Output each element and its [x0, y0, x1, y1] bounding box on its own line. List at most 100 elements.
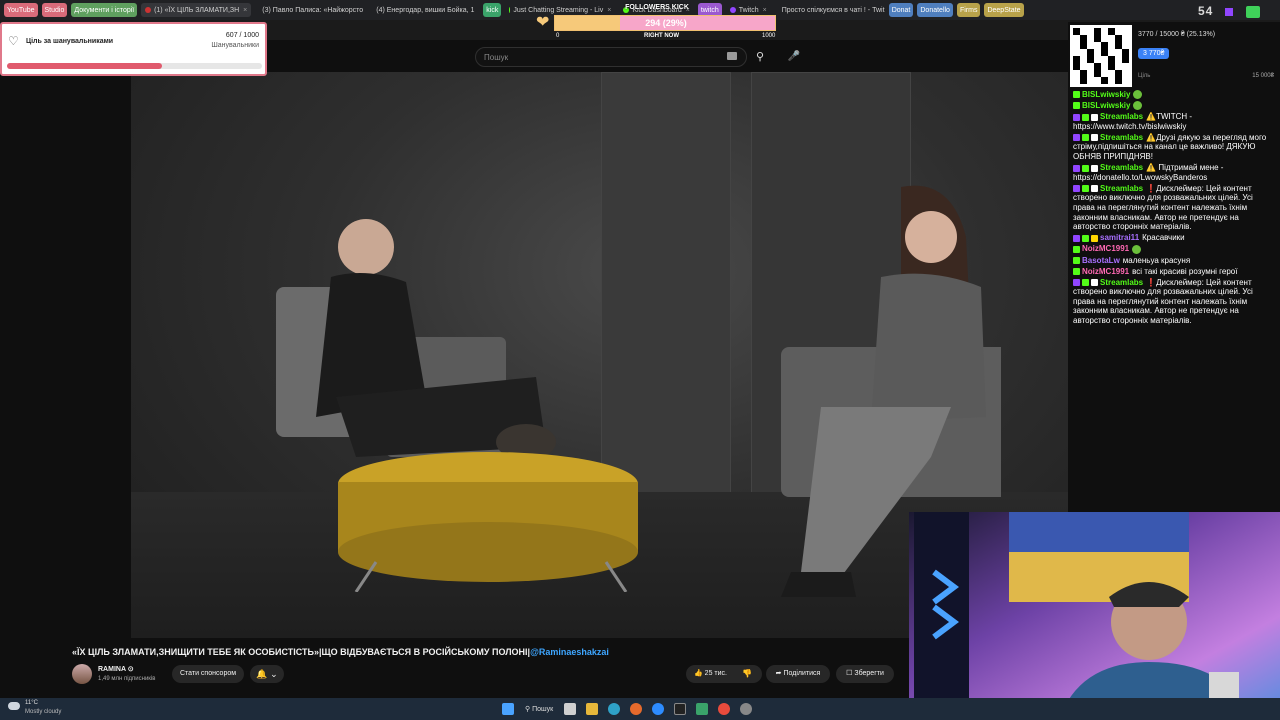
edge-icon[interactable]	[608, 703, 621, 715]
chat-badge-icon	[1082, 164, 1089, 172]
telegram-icon[interactable]	[652, 703, 665, 715]
chat-username: BISLwiwskiy	[1082, 90, 1131, 99]
channel-name-text[interactable]: RAMINA	[98, 666, 126, 673]
browser-tab[interactable]: kick	[483, 3, 502, 17]
weather-description[interactable]: Mostly cloudy	[25, 709, 61, 715]
search-button[interactable]: ⚲	[749, 47, 771, 67]
chat-emote-icon	[1133, 101, 1143, 111]
app-icon[interactable]	[740, 703, 753, 715]
share-label: Поділитися	[783, 670, 821, 677]
chat-badge-icon	[1073, 234, 1080, 242]
notification-bell-button[interactable]: 🔔 ⌄	[250, 665, 284, 683]
channel-name[interactable]: RAMINA ⊙	[98, 665, 134, 673]
file-explorer-icon[interactable]	[586, 703, 599, 715]
chat-badge-icon	[1082, 113, 1089, 121]
browser-tab[interactable]: Просто спілкуємся в чаті ! - Twit×	[775, 3, 885, 17]
browser-tab[interactable]: Donatello	[917, 3, 953, 17]
chat-text: Красавчики	[1142, 233, 1185, 243]
keyboard-icon[interactable]	[727, 52, 737, 60]
taskbar-search[interactable]: ⚲ Пошук	[525, 705, 554, 714]
browser-tab[interactable]: Studio	[41, 3, 68, 17]
chat-badge-icon	[1082, 185, 1089, 193]
search-icon: ⚲	[525, 706, 531, 713]
kick-icon	[1246, 6, 1260, 18]
chat-badge-icon	[1073, 134, 1080, 142]
close-tab-icon[interactable]: ×	[243, 7, 247, 14]
channel-mention-link[interactable]: @Raminaeshakzai	[530, 647, 609, 657]
weather-temperature[interactable]: 11°C	[25, 700, 38, 706]
search-input[interactable]: Пошук	[475, 47, 747, 67]
chat-username: samitrai11	[1100, 233, 1140, 243]
browser-tab[interactable]: (4) Енергодар, вишки Бойка, 1×	[369, 3, 479, 17]
channel-avatar[interactable]	[72, 664, 92, 684]
spreadsheet-icon[interactable]	[696, 703, 709, 715]
chat-badge-icon	[1091, 279, 1098, 287]
share-icon: ➦	[775, 670, 782, 677]
save-label: Зберегти	[854, 670, 884, 677]
follower-goal-widget: ♡ Ціль за шанувальниками 607 / 1000 Шану…	[0, 22, 267, 76]
chat-message: Streamlabs ❗Дисклеймер: Цей контент створ…	[1068, 184, 1280, 232]
save-button[interactable]: ☐ Зберегти	[836, 665, 894, 683]
chat-message: samitrai11 Красавчики	[1068, 233, 1280, 243]
chat-username: Streamlabs	[1100, 163, 1144, 173]
kick-progress-text: 294 (29%)	[645, 18, 687, 28]
browser-tab[interactable]: YouTube	[4, 3, 38, 17]
browser-tab[interactable]: (1) «ЇХ ЦІЛЬ ЗЛАМАТИ,ЗН ×	[141, 3, 252, 17]
chat-badge-icon	[1073, 245, 1080, 253]
windows-start-icon[interactable]	[502, 703, 514, 715]
obs-icon[interactable]	[674, 703, 687, 715]
dislike-button[interactable]: 👎	[742, 665, 752, 683]
chrome-icon[interactable]	[718, 703, 731, 715]
chat-message: BISLwiwskiy	[1068, 90, 1280, 100]
taskbar-search-label: Пошук	[532, 705, 554, 713]
chat-username: BasotaLw	[1082, 255, 1120, 265]
browser-tab-label: Studio	[44, 6, 65, 14]
streamer-webcam	[909, 512, 1280, 720]
bookmark-icon: ☐	[846, 670, 853, 677]
viewer-count: 54	[1198, 4, 1214, 18]
subscriber-count: 1,49 млн підписників	[98, 676, 156, 682]
chat-message: BasotaLw маленьуа красуня	[1068, 256, 1280, 266]
browser-tab-label: YouTube	[7, 6, 35, 14]
chat-username: Streamlabs	[1100, 277, 1144, 287]
chat-message: Streamlabs ⚠️ Підтримай мене - https://do…	[1068, 163, 1280, 182]
kick-progress-min: 0	[556, 33, 560, 39]
kick-progress-bar: 294 (29%)	[554, 15, 776, 31]
like-count: 25 тис.	[704, 670, 727, 677]
follower-goal-title: Ціль за шанувальниками	[26, 38, 114, 45]
chat-message: Streamlabs ⚠️Друзі дякую за перегляд мого…	[1068, 133, 1280, 162]
chat-message: Streamlabs ❗Дисклеймер: Цей контент створ…	[1068, 278, 1280, 326]
browser-tab[interactable]: Документи і історії	[71, 3, 138, 17]
chat-badge-icon	[1082, 279, 1089, 287]
browser-tab-label: (3) Павло Палиса: «Найжорсто	[262, 6, 364, 14]
cloud-icon[interactable]	[8, 702, 20, 710]
donation-progress-text: 3770 / 15000 ₴ (25.13%)	[1138, 31, 1216, 38]
firefox-icon[interactable]	[630, 703, 643, 715]
browser-tab-label: Документи і історії	[74, 6, 135, 14]
follower-goal-progress-fill	[7, 63, 162, 69]
chat-username: Streamlabs	[1100, 112, 1144, 122]
task-view-icon[interactable]	[564, 703, 577, 715]
microphone-button[interactable]: 🎤	[785, 47, 803, 67]
twitch-icon	[1225, 8, 1233, 16]
share-button[interactable]: ➦ Поділитися	[766, 665, 830, 683]
chat-badge-icon	[1082, 134, 1089, 142]
browser-tab[interactable]: Firms	[956, 3, 981, 17]
browser-tab[interactable]: (3) Павло Палиса: «Найжорсто×	[255, 3, 365, 17]
chat-badge-icon	[1073, 113, 1080, 121]
kick-progress-current-label: RIGHT NOW	[644, 33, 679, 39]
follower-goal-label: Шанувальники	[211, 42, 259, 49]
browser-tab-label: (1) «ЇХ ЦІЛЬ ЗЛАМАТИ,ЗН	[154, 6, 240, 14]
yellow-ottoman	[338, 452, 638, 592]
chat-username: BISLwiwskiy	[1082, 101, 1131, 111]
chat-badge-icon	[1082, 234, 1089, 242]
favicon-icon	[509, 7, 511, 13]
browser-tab-label: Donatello	[920, 6, 950, 14]
join-sponsor-button[interactable]: Стати спонсором	[172, 665, 244, 683]
chat-badge-icon	[1091, 134, 1098, 142]
chat-emote-icon	[1132, 244, 1142, 254]
close-tab-icon[interactable]: ×	[478, 7, 479, 14]
follower-goal-progress-track	[7, 63, 262, 69]
browser-tab[interactable]: Donat	[888, 3, 914, 17]
browser-tab[interactable]: DeepState	[984, 3, 1024, 17]
